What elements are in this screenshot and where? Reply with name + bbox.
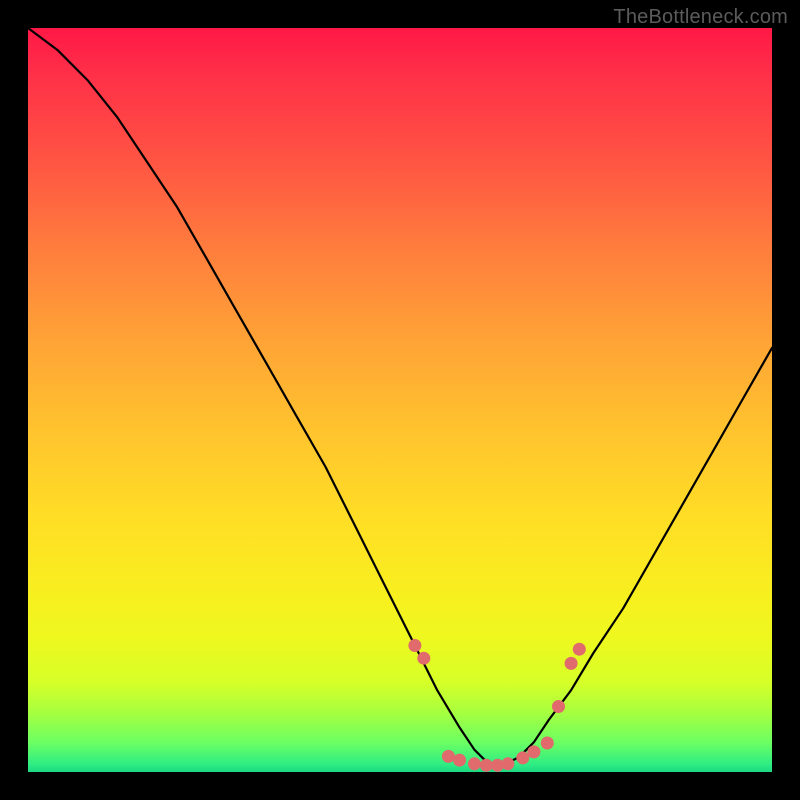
trough-dot <box>527 745 540 758</box>
trough-dot <box>552 700 565 713</box>
bottleneck-curve-line <box>28 28 772 765</box>
chart-area <box>28 28 772 772</box>
trough-dot <box>573 643 586 656</box>
trough-dot <box>480 759 493 772</box>
trough-dot <box>408 639 421 652</box>
app-frame: TheBottleneck.com <box>0 0 800 800</box>
trough-dot <box>541 737 554 750</box>
trough-dot <box>501 757 514 770</box>
trough-dot <box>468 757 481 770</box>
watermark-text: TheBottleneck.com <box>613 6 788 29</box>
trough-dot <box>565 657 578 670</box>
trough-dots-group <box>408 639 585 772</box>
trough-dot <box>453 754 466 767</box>
trough-dot <box>442 750 455 763</box>
trough-dot <box>516 751 529 764</box>
trough-dot <box>417 652 430 665</box>
chart-svg <box>28 28 772 772</box>
